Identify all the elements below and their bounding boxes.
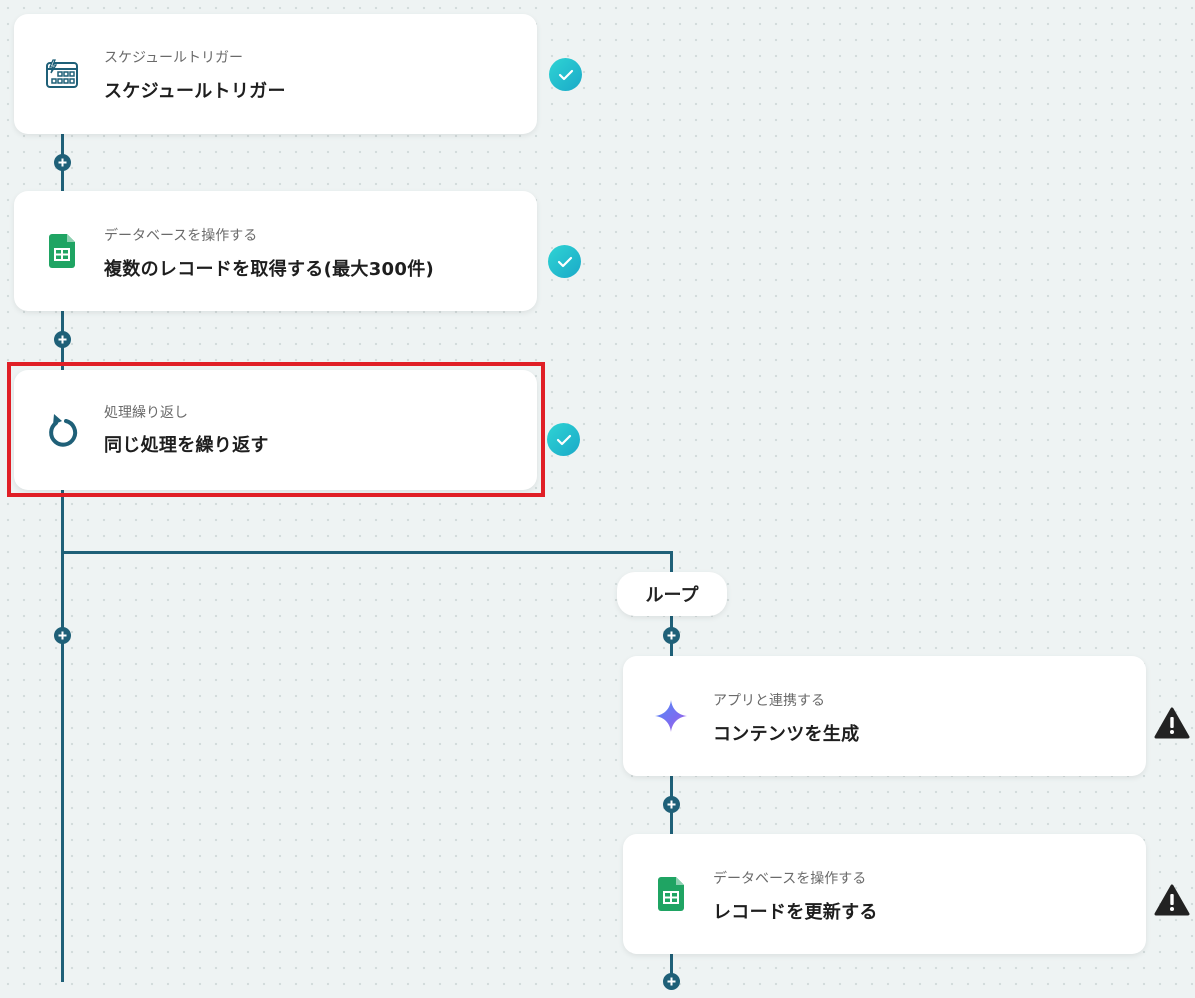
step-title: コンテンツを生成 <box>713 724 860 745</box>
step-subtitle: データベースを操作する <box>104 228 258 244</box>
step-title: レコードを更新する <box>713 902 878 923</box>
step-warning-icon <box>1154 884 1190 916</box>
add-step-button[interactable] <box>663 973 680 990</box>
step-title: スケジュールトリガー <box>104 81 286 102</box>
step-complete-check-icon <box>547 423 580 456</box>
step-card-update-record[interactable]: データベースを操作する レコードを更新する <box>623 834 1146 954</box>
branch-horizontal-line <box>61 551 672 554</box>
add-step-button[interactable] <box>663 627 680 644</box>
step-complete-check-icon <box>548 245 581 278</box>
spreadsheet-icon <box>651 874 691 914</box>
add-step-button[interactable] <box>54 627 71 644</box>
step-warning-icon <box>1154 707 1190 739</box>
step-title: 複数のレコードを取得する(最大300件) <box>104 259 435 280</box>
step-subtitle: アプリと連携する <box>713 693 825 709</box>
add-step-button[interactable] <box>663 796 680 813</box>
step-complete-check-icon <box>549 58 582 91</box>
selection-highlight <box>7 362 545 497</box>
step-subtitle: データベースを操作する <box>713 871 867 887</box>
loop-branch-label: ループ <box>617 572 727 616</box>
step-card-schedule-trigger[interactable]: スケジュールトリガー スケジュールトリガー <box>14 14 537 134</box>
step-card-get-records[interactable]: データベースを操作する 複数のレコードを取得する(最大300件) <box>14 191 537 311</box>
spreadsheet-icon <box>42 231 82 271</box>
step-subtitle: スケジュールトリガー <box>104 50 244 66</box>
step-card-generate-content[interactable]: アプリと連携する コンテンツを生成 <box>623 656 1146 776</box>
add-step-button[interactable] <box>54 331 71 348</box>
add-step-button[interactable] <box>54 154 71 171</box>
branch-corner-line <box>670 551 673 573</box>
calendar-clock-icon <box>42 54 82 94</box>
sparkle-icon <box>651 696 691 736</box>
